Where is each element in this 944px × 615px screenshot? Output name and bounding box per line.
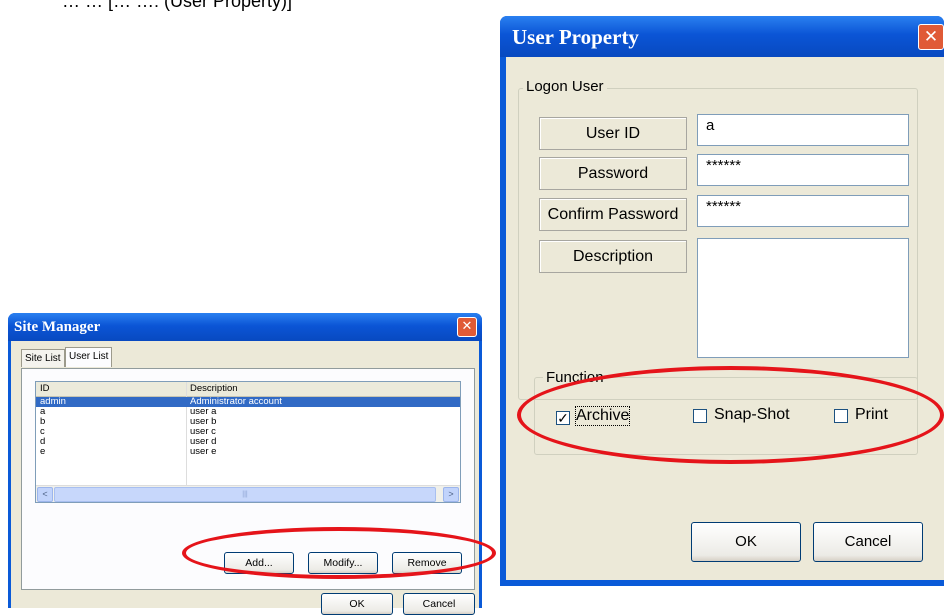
scroll-right-icon[interactable]: > — [443, 487, 459, 502]
user-property-title: User Property — [512, 25, 639, 49]
close-icon[interactable]: ✕ — [918, 24, 944, 50]
ok-button[interactable]: OK — [321, 593, 393, 615]
list-item[interactable]: a user a — [36, 407, 460, 417]
cancel-button[interactable]: Cancel — [813, 522, 923, 562]
description-field[interactable] — [697, 238, 909, 358]
list-item[interactable]: c user c — [36, 427, 460, 437]
user-desc-cell: user e — [190, 446, 217, 457]
user-id-label: User ID — [539, 117, 687, 150]
user-property-title-bar[interactable]: User Property ✕ — [500, 16, 944, 57]
confirm-password-label: Confirm Password — [539, 198, 687, 231]
horizontal-scrollbar[interactable]: < ||| > — [36, 485, 460, 502]
close-icon[interactable]: ✕ — [457, 317, 477, 337]
list-item[interactable]: d user d — [36, 437, 460, 447]
tab-user-list[interactable]: User List — [65, 347, 113, 367]
ok-button[interactable]: OK — [691, 522, 801, 562]
scroll-thumb[interactable]: ||| — [54, 487, 436, 502]
user-property-client: Logon User User ID a Password ****** Con… — [506, 57, 944, 580]
password-label: Password — [539, 157, 687, 190]
user-list[interactable]: ID Description admin Administrator accou… — [35, 381, 461, 503]
caption-fragment: … … [… …: (User Property)] — [62, 0, 293, 11]
scroll-left-icon[interactable]: < — [37, 487, 53, 502]
list-header: ID Description — [36, 382, 460, 397]
password-field[interactable]: ****** — [697, 154, 909, 186]
column-header-id[interactable]: ID — [40, 383, 50, 394]
site-manager-title-bar[interactable]: Site Manager ✕ — [8, 313, 482, 341]
user-id-cell: e — [40, 446, 46, 457]
buttons-highlight-ellipse — [182, 527, 496, 579]
column-header-description[interactable]: Description — [190, 383, 238, 394]
user-property-window: User Property ✕ Logon User User ID a Pas… — [500, 16, 944, 586]
function-highlight-ellipse — [517, 366, 944, 464]
logon-user-legend: Logon User — [523, 78, 607, 95]
tab-site-list[interactable]: Site List — [21, 349, 65, 367]
site-manager-title: Site Manager — [14, 319, 101, 335]
list-item[interactable]: b user b — [36, 417, 460, 427]
confirm-password-field[interactable]: ****** — [697, 195, 909, 227]
list-item[interactable]: admin Administrator account — [36, 397, 460, 407]
list-item[interactable]: e user e — [36, 447, 460, 457]
cancel-button[interactable]: Cancel — [403, 593, 475, 615]
user-id-field[interactable]: a — [697, 114, 909, 146]
description-label: Description — [539, 240, 687, 273]
